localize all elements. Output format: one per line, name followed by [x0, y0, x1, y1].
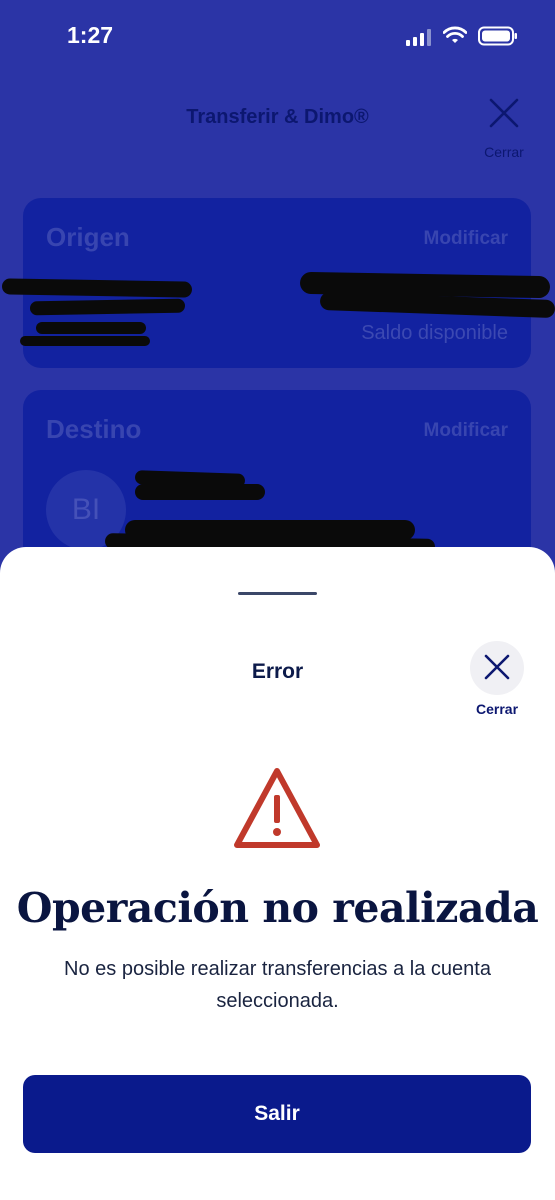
available-balance-label: Saldo disponible — [361, 322, 508, 344]
sheet-grabber[interactable] — [238, 592, 317, 595]
close-icon — [489, 98, 519, 128]
close-label: Cerrar — [484, 144, 524, 160]
redaction-mark — [1, 278, 193, 298]
sheet-close-button[interactable]: Cerrar — [468, 641, 526, 721]
exit-button[interactable]: Salir — [23, 1075, 531, 1153]
page-title: Transferir & Dimo® — [186, 106, 369, 128]
destination-title: Destino — [46, 414, 142, 444]
status-time: 1:27 — [67, 22, 114, 48]
warning-icon — [234, 768, 320, 848]
battery-icon — [478, 26, 517, 46]
redaction-mark — [20, 336, 150, 346]
origin-modify-link[interactable]: Modificar — [424, 228, 508, 250]
error-bottom-sheet: Error Cerrar Operación no realizada No e… — [0, 547, 555, 1200]
error-message: No es posible realizar transferencias a … — [64, 958, 491, 1012]
sheet-close-circle[interactable] — [470, 641, 524, 695]
error-headline: Operación no realizada — [16, 884, 539, 932]
close-button[interactable]: Cerrar — [480, 96, 528, 162]
status-bar: 1:27 — [0, 0, 555, 72]
wifi-icon — [443, 26, 467, 43]
destination-modify-link[interactable]: Modificar — [424, 420, 508, 442]
redaction-mark — [36, 322, 146, 334]
origin-title: Origen — [46, 222, 130, 252]
cellular-signal-icon — [406, 29, 431, 46]
sheet-close-label: Cerrar — [475, 701, 519, 717]
redaction-mark — [135, 484, 265, 500]
redaction-mark — [29, 298, 186, 316]
close-icon — [484, 654, 510, 680]
